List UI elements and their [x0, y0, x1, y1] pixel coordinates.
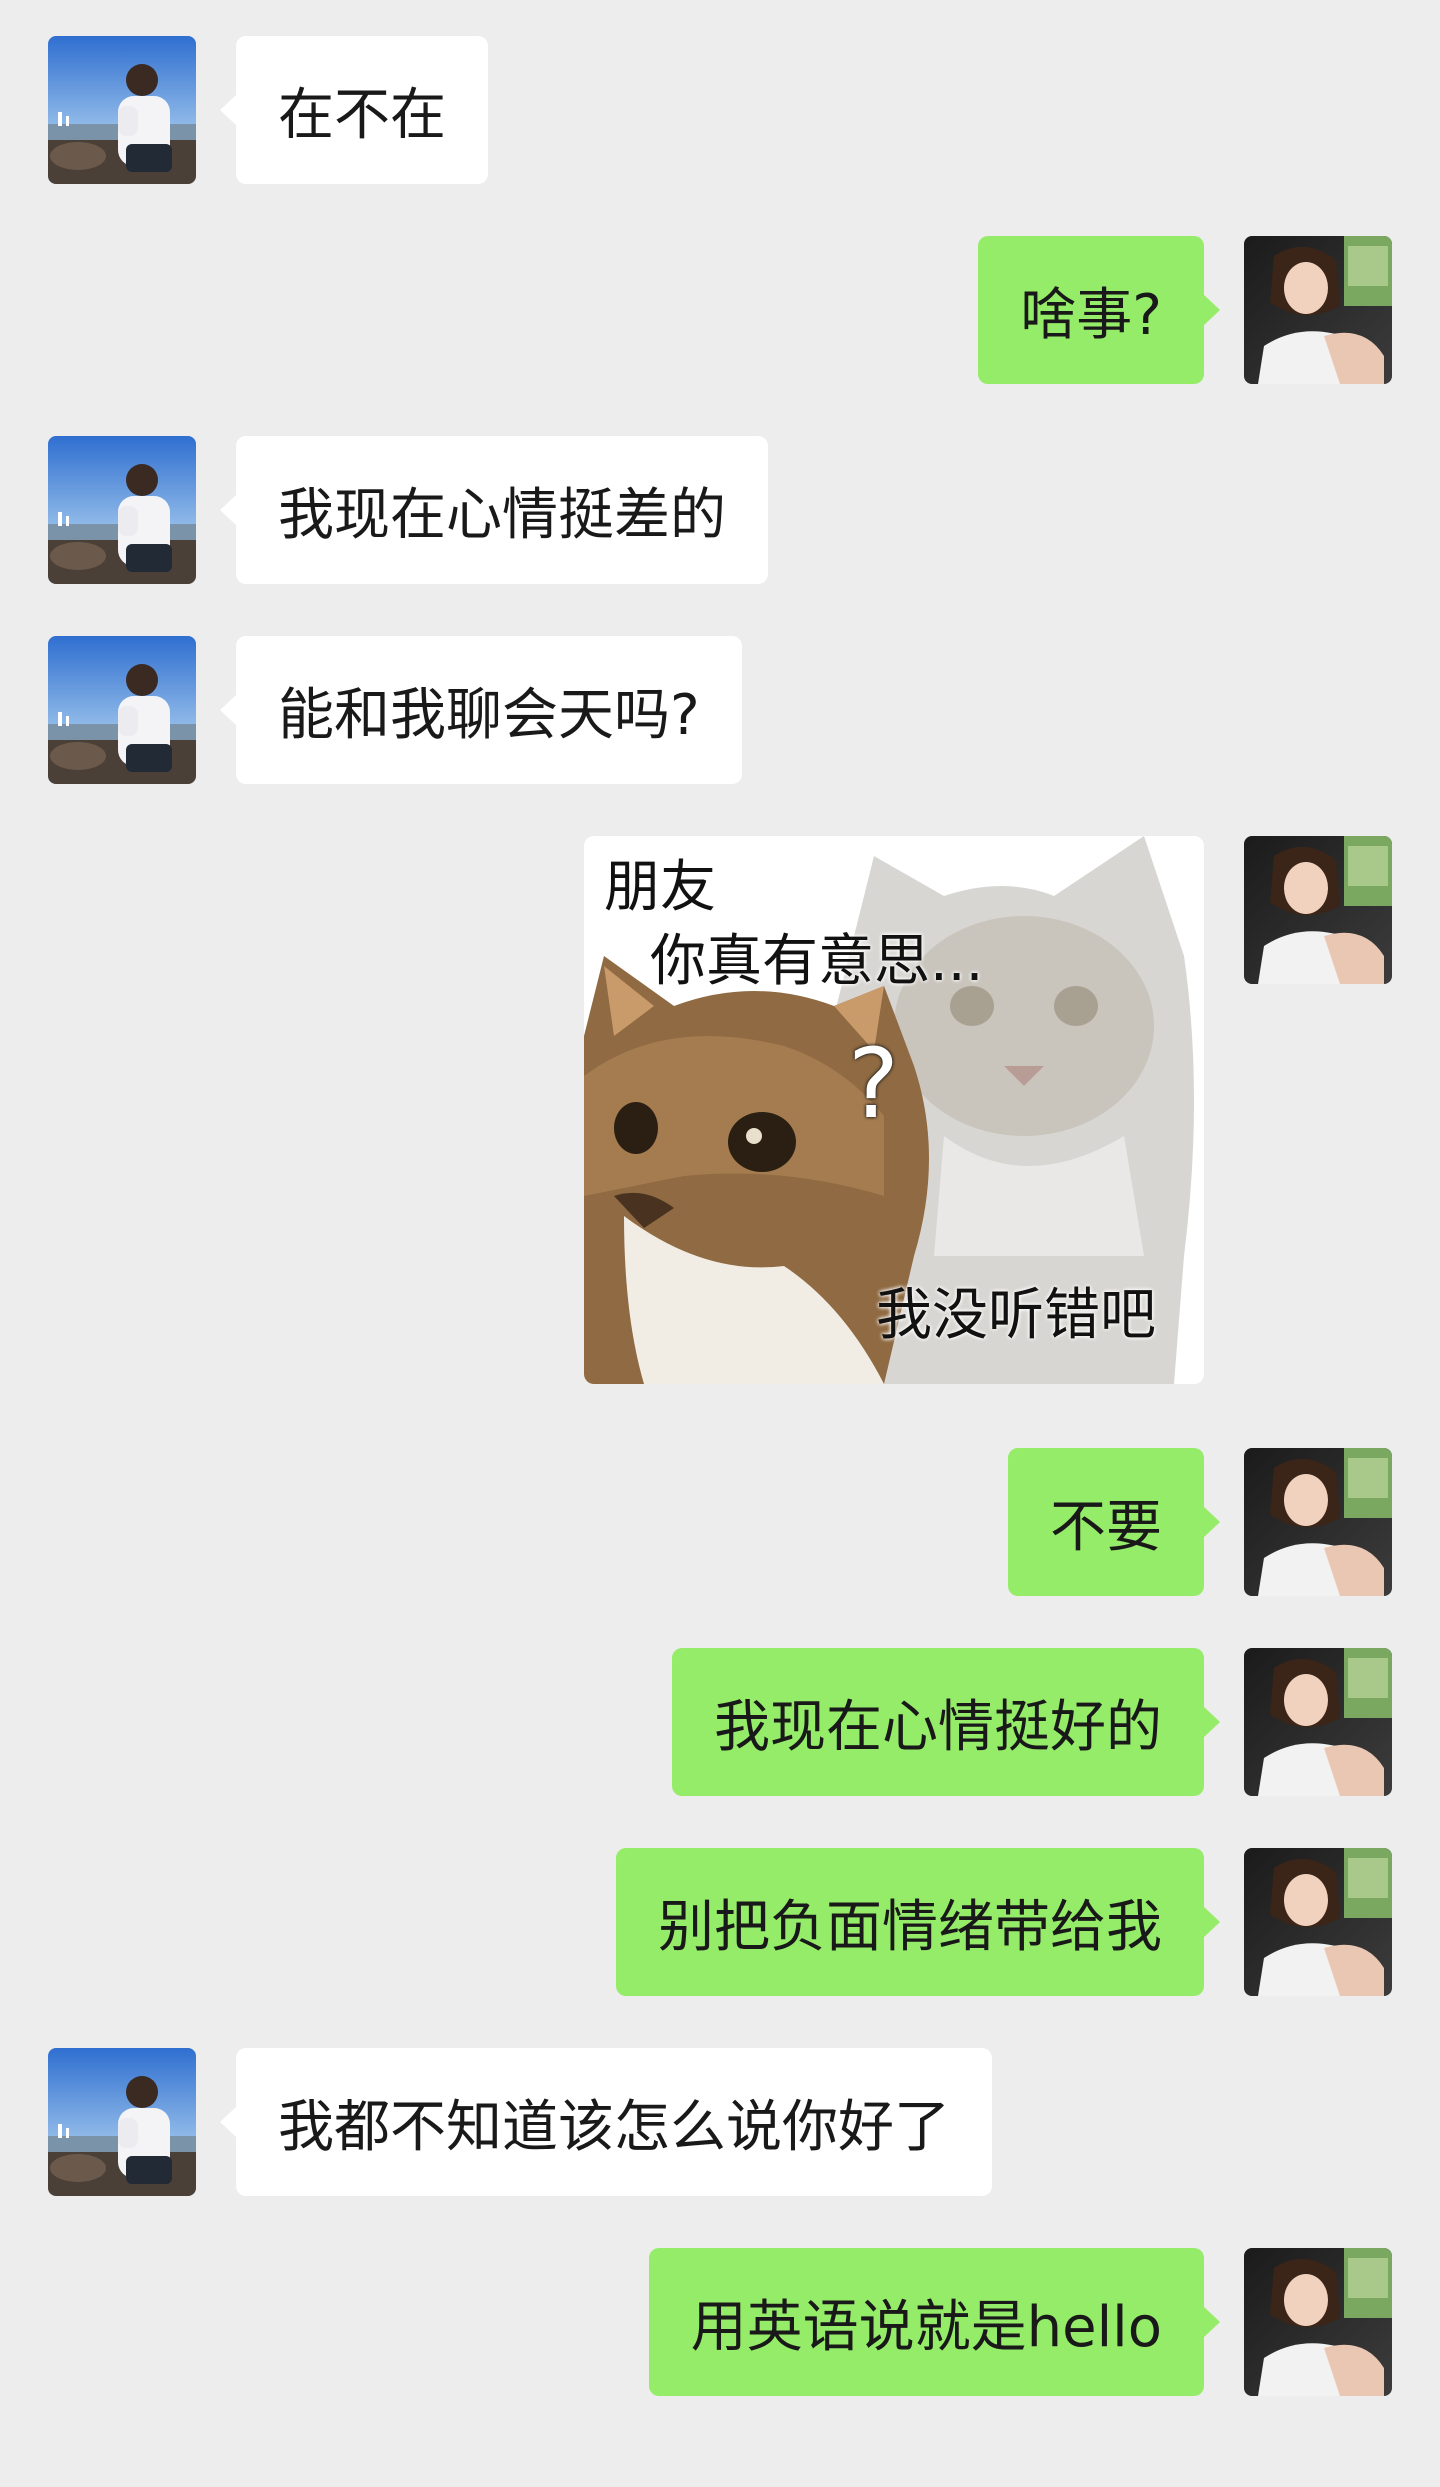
woman-in-car-avatar-image — [1244, 236, 1392, 384]
incoming-message-bubble[interactable]: 在不在 — [220, 36, 488, 184]
woman-in-car-avatar-image — [1244, 836, 1392, 984]
outgoing-message-bubble[interactable]: 不要 — [1008, 1448, 1220, 1596]
incoming-message-bubble[interactable]: 我都不知道该怎么说你好了 — [220, 2048, 992, 2196]
sticker-caption-bottom: 我没听错吧 — [876, 1283, 1156, 1348]
friend-avatar[interactable] — [48, 36, 196, 184]
my-avatar[interactable] — [1244, 836, 1392, 984]
message-text: 我都不知道该怎么说你好了 — [278, 2094, 950, 2160]
person-by-sea-avatar-image — [48, 436, 196, 584]
message-text: 啥事? — [1020, 282, 1162, 348]
message-text: 用英语说就是hello — [690, 2294, 1162, 2360]
message-text: 我现在心情挺好的 — [714, 1694, 1162, 1760]
woman-in-car-avatar-image — [1244, 2248, 1392, 2396]
woman-in-car-avatar-image — [1244, 1648, 1392, 1796]
outgoing-message-bubble[interactable]: 用英语说就是hello — [648, 2248, 1221, 2396]
message-text: 能和我聊会天吗? — [278, 682, 700, 748]
outgoing-message-bubble[interactable]: 别把负面情绪带给我 — [616, 1848, 1220, 1996]
woman-in-car-avatar-image — [1244, 1848, 1392, 1996]
my-avatar[interactable] — [1244, 2248, 1392, 2396]
friend-avatar[interactable] — [48, 636, 196, 784]
person-by-sea-avatar-image — [48, 2048, 196, 2196]
message-text: 不要 — [1050, 1494, 1162, 1560]
cat-sticker-message[interactable]: 朋友 你真有意思... ? 我没听错吧 — [584, 836, 1204, 1384]
person-by-sea-avatar-image — [48, 636, 196, 784]
incoming-message-bubble[interactable]: 我现在心情挺差的 — [220, 436, 768, 584]
message-text: 我现在心情挺差的 — [278, 482, 726, 548]
person-by-sea-avatar-image — [48, 36, 196, 184]
my-avatar[interactable] — [1244, 1848, 1392, 1996]
my-avatar[interactable] — [1244, 1448, 1392, 1596]
outgoing-message-bubble[interactable]: 我现在心情挺好的 — [672, 1648, 1220, 1796]
sticker-question-mark: ? — [848, 1028, 899, 1140]
outgoing-message-bubble[interactable]: 啥事? — [978, 236, 1220, 384]
my-avatar[interactable] — [1244, 1648, 1392, 1796]
friend-avatar[interactable] — [48, 436, 196, 584]
woman-in-car-avatar-image — [1244, 1448, 1392, 1596]
my-avatar[interactable] — [1244, 236, 1392, 384]
message-text: 别把负面情绪带给我 — [658, 1894, 1162, 1960]
friend-avatar[interactable] — [48, 2048, 196, 2196]
sticker-caption-middle: 你真有意思... — [650, 929, 984, 994]
incoming-message-bubble[interactable]: 能和我聊会天吗? — [220, 636, 742, 784]
message-text: 在不在 — [278, 82, 446, 148]
sticker-caption-top: 朋友 — [604, 855, 716, 920]
